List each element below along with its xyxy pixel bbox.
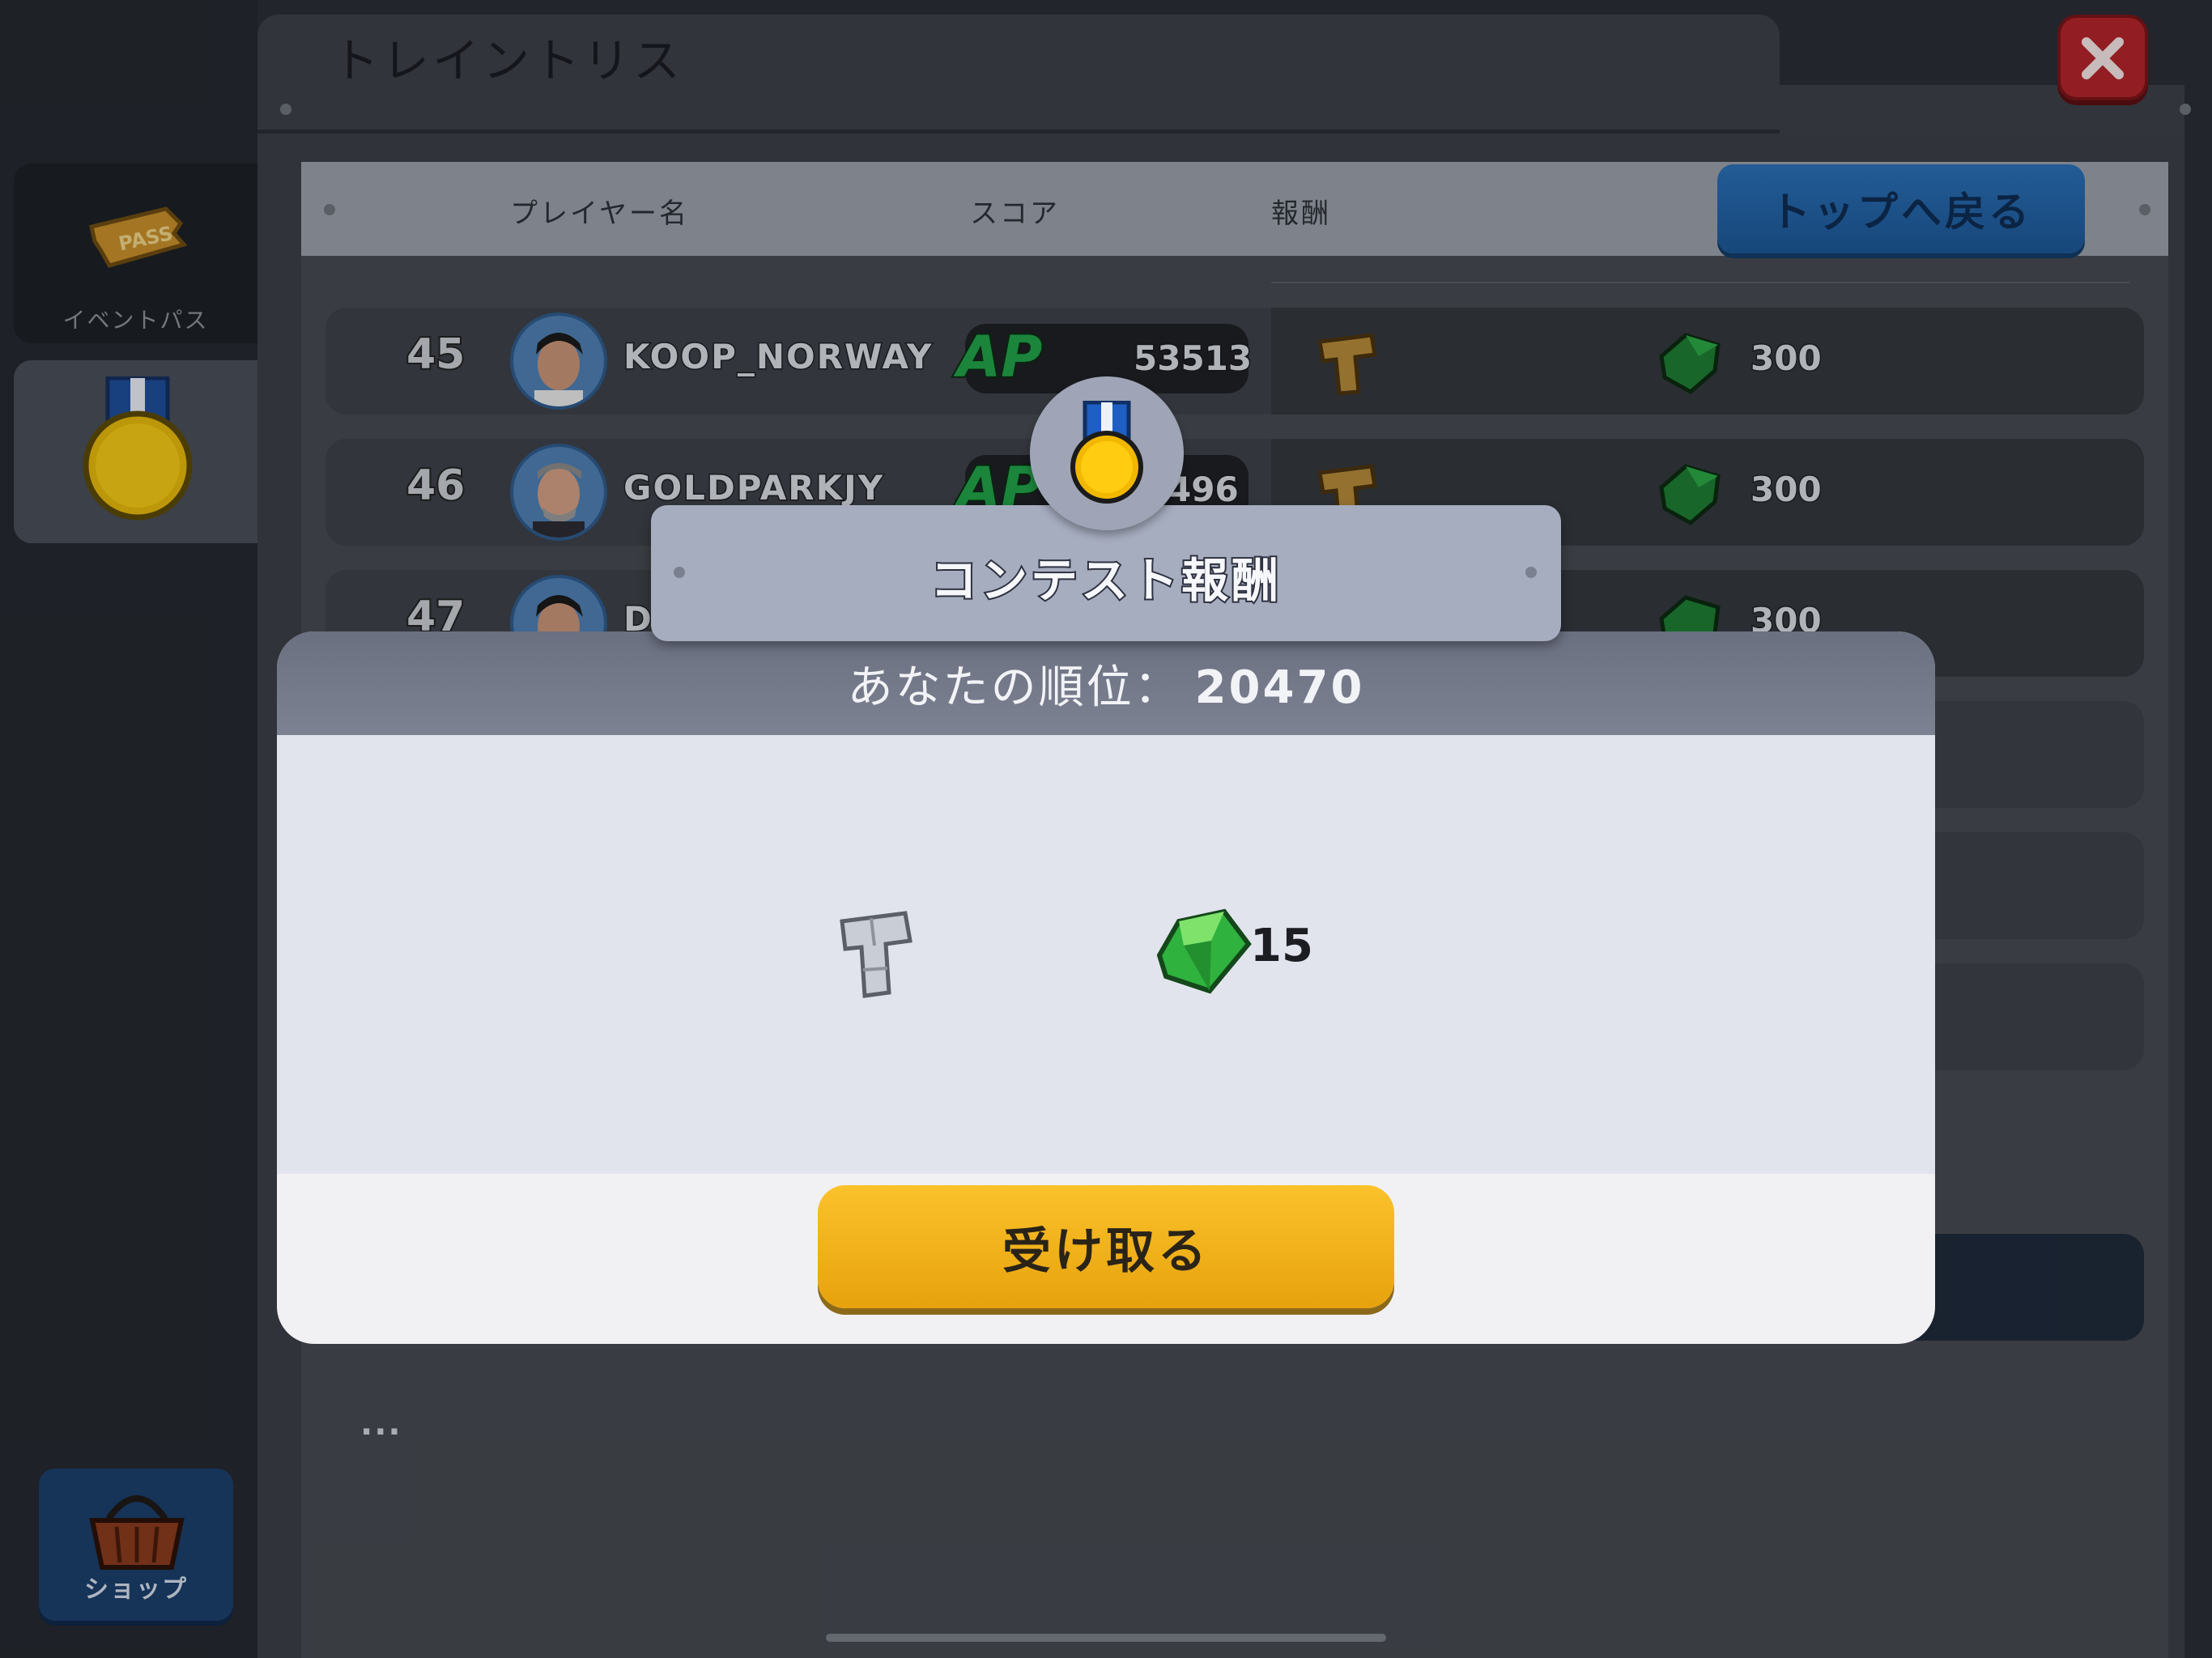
dialog-title: コンテスト報酬 — [929, 551, 1282, 610]
gem-icon — [1156, 908, 1252, 994]
your-rank: あなたの順位： 20470 — [277, 651, 1935, 716]
claim-button[interactable]: 受け取る — [818, 1185, 1394, 1308]
rank-label: あなたの順位： — [847, 661, 1182, 714]
medal-icon — [1070, 401, 1143, 504]
rank-value: 20470 — [1194, 661, 1365, 714]
reward-area — [277, 735, 1935, 1174]
tetromino-icon — [840, 911, 912, 998]
medal-badge — [1030, 376, 1184, 530]
gem-reward-count: 15 — [1250, 920, 1313, 972]
